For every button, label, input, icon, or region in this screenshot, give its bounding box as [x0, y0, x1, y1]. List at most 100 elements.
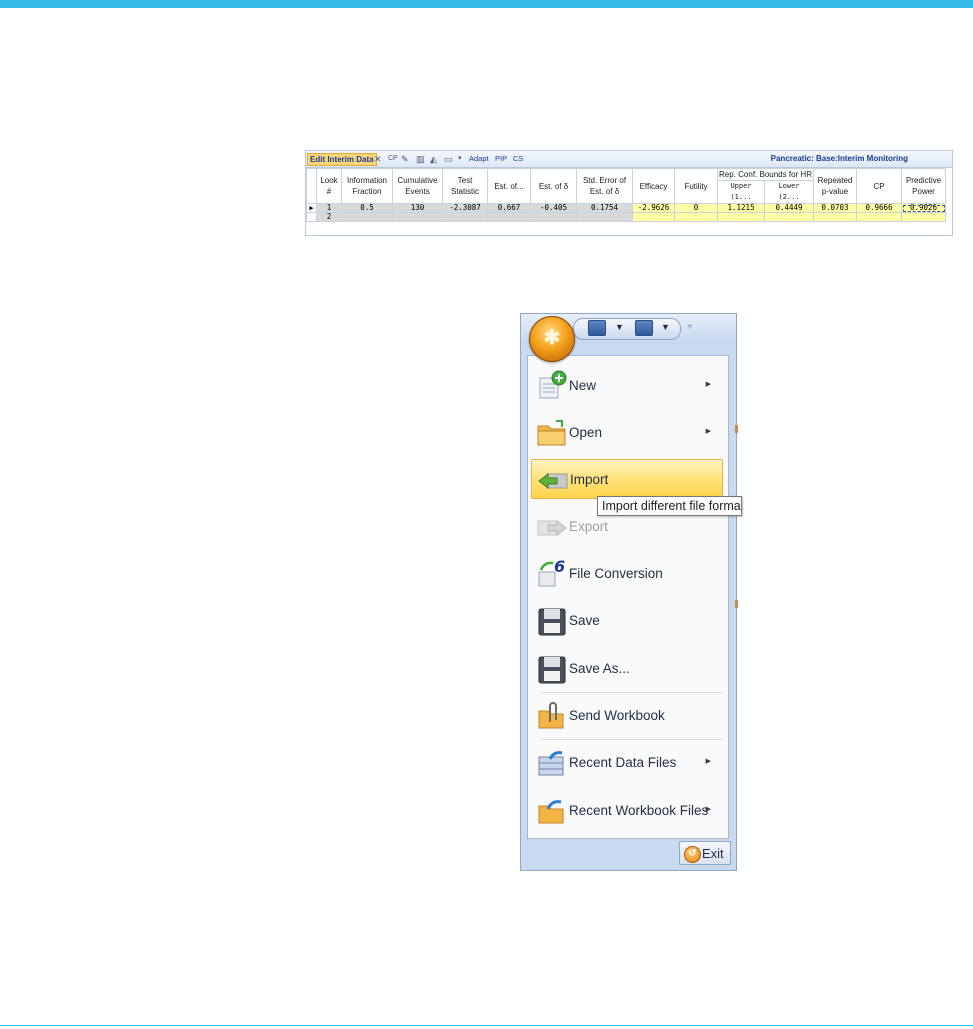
cell-repeated-p[interactable]: [813, 212, 857, 222]
submenu-arrow-icon: ▶: [705, 428, 711, 435]
cell-info-fraction[interactable]: [341, 212, 393, 222]
menu-separator: [540, 692, 724, 693]
menu-item-label: Send Workbook: [569, 708, 665, 723]
cell-est-of[interactable]: [487, 212, 531, 222]
cell-info-fraction[interactable]: 0.5: [341, 203, 393, 213]
import-tooltip: Import different file formats: [597, 496, 742, 516]
menu-item-send-workbook[interactable]: Send Workbook: [531, 696, 723, 736]
cell-cp[interactable]: 0.9666: [856, 203, 902, 213]
top-accent-bar: [0, 0, 973, 8]
cell-futility[interactable]: 0: [674, 203, 718, 213]
cell-futility[interactable]: [674, 212, 718, 222]
menu-item-label: File Conversion: [569, 566, 663, 581]
cell-test-stat[interactable]: -2.3087: [442, 203, 488, 213]
arrange-dropdown-icon[interactable]: ▼: [615, 320, 624, 334]
cell-cum-events[interactable]: [392, 212, 443, 222]
col-header-futility[interactable]: Futility: [674, 168, 718, 204]
menu-item-label: Save As...: [569, 661, 630, 676]
cell-predictive-power[interactable]: [901, 212, 946, 222]
menu-item-label: Recent Workbook Files: [569, 803, 709, 818]
menu-item-file-conversion[interactable]: 6 File Conversion: [531, 554, 723, 594]
col-header-look[interactable]: Look #: [316, 168, 342, 204]
cell-test-stat[interactable]: [442, 212, 488, 222]
menu-items-panel: New ▶ Open ▶ Import Export 6 File Conver…: [527, 355, 729, 839]
menu-item-label: Import: [570, 472, 609, 487]
interim-data-table: Look # Information Fraction Cumulative E…: [306, 168, 946, 222]
cell-std-error[interactable]: 0.1754: [576, 203, 633, 213]
col-header-cum-events[interactable]: Cumulative Events: [392, 168, 443, 204]
col-header-info-fraction[interactable]: Information Fraction: [341, 168, 393, 204]
cp-icon[interactable]: CP: [388, 153, 398, 165]
cell-est-of[interactable]: 0.667: [487, 203, 531, 213]
col-header-rep-conf-bounds[interactable]: Rep. Conf. Bounds for HR: [717, 168, 814, 181]
cell-est-delta[interactable]: [530, 212, 577, 222]
col-header-efficacy[interactable]: Efficacy: [632, 168, 675, 204]
cell-cp[interactable]: [856, 212, 902, 222]
col-header-predictive-power[interactable]: Predictive Power: [901, 168, 946, 204]
row-header-corner: [306, 168, 317, 204]
cell-est-delta[interactable]: -0.405: [530, 203, 577, 213]
col-header-test-stat[interactable]: Test Statistic: [442, 168, 488, 204]
menu-item-import[interactable]: Import: [531, 459, 723, 499]
submenu-arrow-icon: ▶: [705, 806, 711, 813]
cell-efficacy[interactable]: [632, 212, 675, 222]
pip-button[interactable]: PIP: [495, 154, 507, 164]
cell-lower[interactable]: 0.4449: [764, 203, 814, 213]
application-orb-button[interactable]: ✱: [529, 316, 575, 362]
menu-item-recent-data-files[interactable]: Recent Data Files ▶: [531, 743, 723, 783]
menu-separator: [540, 739, 724, 740]
cell-look[interactable]: 2: [316, 212, 342, 222]
close-icon[interactable]: ✕: [374, 153, 382, 165]
col-header-cp[interactable]: CP: [856, 168, 902, 204]
app-logo-icon: ✱: [543, 327, 561, 349]
menu-item-label: Recent Data Files: [569, 755, 677, 770]
cell-repeated-p[interactable]: 0.0703: [813, 203, 857, 213]
submenu-arrow-icon: ▶: [705, 381, 711, 388]
col-header-lower[interactable]: Lower (2...: [764, 180, 814, 204]
arrange-windows-icon[interactable]: [588, 320, 606, 336]
menu-item-save[interactable]: Save: [531, 601, 723, 641]
close-dropdown-icon[interactable]: ▼: [661, 320, 670, 334]
menu-item-save-as[interactable]: Save As...: [531, 649, 723, 689]
customize-toolbar-icon[interactable]: ▿: [688, 320, 692, 334]
monitor-icon[interactable]: ▭: [444, 153, 453, 165]
col-header-est-of[interactable]: Est. of...: [487, 168, 531, 204]
col-header-upper[interactable]: Upper (1...: [717, 180, 765, 204]
menu-item-label: New: [569, 378, 597, 393]
cell-upper[interactable]: [717, 212, 765, 222]
table-row[interactable]: ▶ 1 0.5 130 -2.3087 0.667 -0.405 0.1754 …: [306, 203, 946, 213]
cs-button[interactable]: CS: [513, 154, 523, 164]
col-header-std-error[interactable]: Std. Error of Est. of δ: [576, 168, 633, 204]
cell-efficacy[interactable]: -2.9626: [632, 203, 675, 213]
edit-icon[interactable]: ✎: [401, 153, 409, 165]
close-windows-icon[interactable]: [635, 320, 653, 336]
menu-item-label: Open: [569, 425, 603, 440]
sound-icon[interactable]: ◭: [430, 153, 437, 165]
menu-item-new[interactable]: New ▶: [531, 366, 723, 406]
row-selector-icon[interactable]: ▶: [306, 203, 317, 213]
cell-lower[interactable]: [764, 212, 814, 222]
cell-look[interactable]: 1: [316, 203, 342, 213]
bottom-accent-line: [0, 1025, 973, 1026]
interim-monitoring-grid: Edit Interim Data ✕ CP ✎ ▥ ◭ ▭ ▾ Adapt P…: [305, 150, 953, 236]
table-row[interactable]: 2: [306, 212, 946, 222]
row-selector[interactable]: [306, 212, 317, 222]
menu-item-label: Save: [569, 613, 600, 628]
menu-item-open[interactable]: Open ▶: [531, 413, 723, 453]
cell-std-error[interactable]: [576, 212, 633, 222]
adapt-button[interactable]: Adapt: [469, 154, 489, 164]
cell-cum-events[interactable]: 130: [392, 203, 443, 213]
cell-predictive-power[interactable]: 0.9026: [901, 203, 946, 213]
dropdown-arrow-icon[interactable]: ▾: [458, 153, 462, 165]
svg-text:6: 6: [554, 558, 565, 576]
exit-button[interactable]: ↺ Exit: [679, 841, 731, 865]
grid-title: Pancreatic: Base:Interim Monitoring: [770, 154, 908, 163]
col-header-repeated-p[interactable]: Repeated p-value: [813, 168, 857, 204]
application-menu: ▼ ▼ ▿ ✱ New ▶ Open ▶ Import Export 6 Fil…: [520, 313, 737, 871]
paperclip-folder-icon: [538, 702, 564, 729]
cell-upper[interactable]: 1.1215: [717, 203, 765, 213]
edit-interim-data-button[interactable]: Edit Interim Data: [307, 153, 377, 166]
menu-item-recent-workbook-files[interactable]: Recent Workbook Files ▶: [531, 791, 723, 831]
chart-icon[interactable]: ▥: [416, 153, 425, 165]
col-header-est-delta[interactable]: Est. of δ: [530, 168, 577, 204]
